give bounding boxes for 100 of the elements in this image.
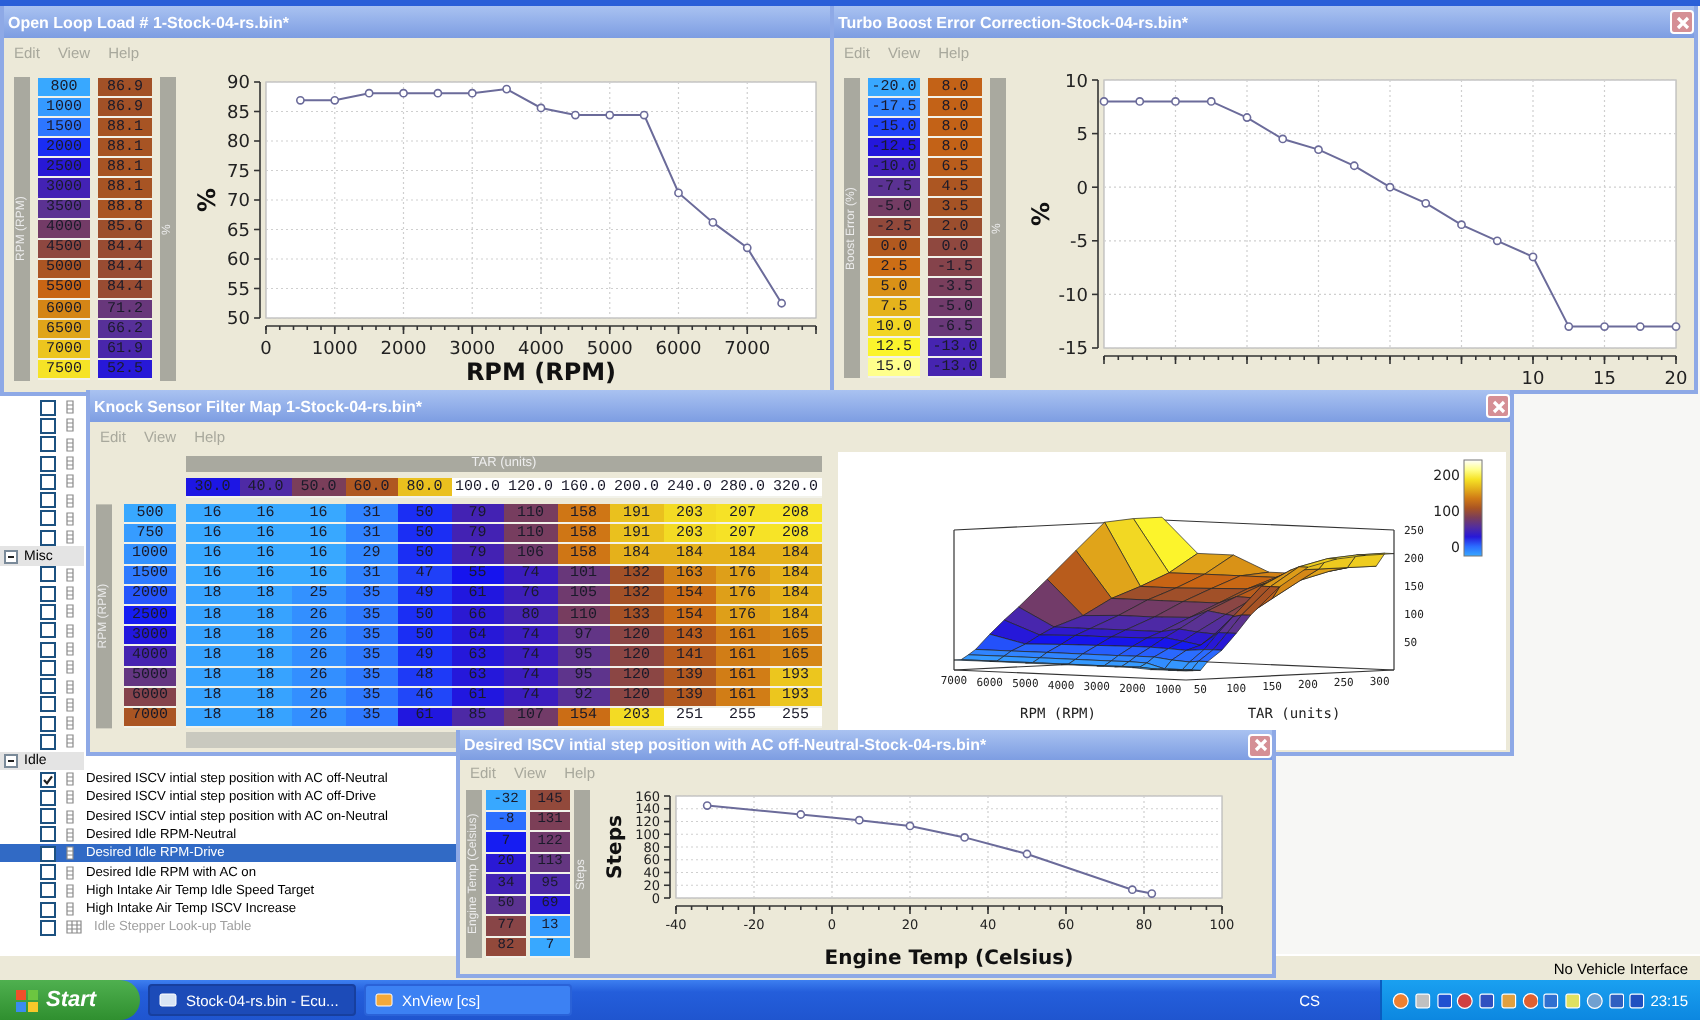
table-icon [66, 418, 74, 433]
start-button[interactable]: Start [0, 980, 140, 1020]
tick-label: 20 [1664, 370, 1688, 384]
checkbox[interactable] [40, 492, 56, 509]
tick-label: 65 [227, 222, 250, 242]
data-point [742, 243, 752, 253]
data-point [960, 833, 969, 842]
table-icon [66, 567, 74, 582]
table-icon [66, 530, 74, 545]
data-point [1171, 97, 1180, 106]
axis-title: Steps [605, 815, 628, 879]
checkbox[interactable] [40, 659, 56, 676]
grid-icon [66, 920, 82, 935]
checkbox[interactable] [40, 585, 56, 602]
axis-title: % [1026, 201, 1055, 227]
flag-icon [16, 989, 38, 1011]
checkbox[interactable] [40, 641, 56, 657]
checkbox[interactable] [40, 845, 56, 862]
close-icon [1491, 399, 1505, 413]
data-point [1135, 97, 1145, 106]
tick-label: 3000 [449, 340, 496, 360]
data-point [1314, 145, 1323, 155]
checkbox[interactable] [40, 678, 56, 695]
table-icon [66, 809, 74, 824]
tick-label: 55 [227, 281, 250, 301]
checkbox[interactable] [40, 789, 56, 806]
checkbox[interactable] [40, 864, 56, 881]
tick-label: 5000 [586, 340, 633, 360]
checkbox[interactable] [40, 473, 56, 490]
checkbox[interactable] [40, 715, 56, 732]
window-title: Open Loop Load # 1-Stock-04-rs.bin* [8, 13, 289, 31]
axis-title: % [192, 187, 221, 213]
checkbox[interactable] [40, 417, 56, 434]
data-point [1349, 161, 1359, 171]
data-point [536, 103, 546, 113]
close-button[interactable] [1248, 733, 1272, 757]
tick-label: 7000 [724, 340, 771, 360]
data-point [1147, 889, 1157, 898]
close-icon [1253, 738, 1267, 752]
tick-label: -5 [1070, 233, 1088, 254]
tick-label: 75 [227, 163, 250, 183]
checkbox[interactable] [40, 771, 56, 788]
checkbox[interactable] [40, 733, 56, 750]
checkbox[interactable] [40, 529, 56, 546]
tick-label: 0 [1076, 179, 1088, 200]
data-point [399, 88, 408, 98]
data-point [1022, 849, 1032, 859]
data-point [1242, 113, 1252, 122]
table-icon [66, 716, 74, 731]
y-axis [663, 795, 671, 899]
table-icon [66, 697, 74, 712]
table-icon [66, 902, 74, 917]
checkbox[interactable] [40, 603, 56, 620]
data-point [777, 298, 786, 308]
close-icon [1675, 15, 1689, 29]
table-icon [66, 883, 74, 898]
data-point [571, 110, 580, 120]
close-button[interactable] [1670, 10, 1694, 34]
data-point [1421, 198, 1431, 208]
window-title: Desired ISCV intial step position with AC off-Neutral-Stock-04-rs.bin* [464, 736, 987, 754]
data-point [1127, 885, 1137, 895]
table-icon [66, 846, 74, 861]
table-icon [66, 827, 74, 842]
table-icon [66, 790, 74, 805]
data-point [502, 84, 512, 94]
table-icon [66, 511, 74, 526]
table-icon [66, 772, 74, 787]
table-icon [66, 734, 74, 749]
data-point [1635, 322, 1645, 331]
table-icon [66, 400, 74, 415]
checkbox[interactable] [40, 399, 56, 416]
data-point [1492, 236, 1502, 246]
checkbox[interactable] [40, 901, 56, 918]
table-icon [66, 604, 74, 619]
table-icon [66, 456, 74, 471]
data-point [1099, 97, 1109, 106]
checkbox[interactable] [40, 808, 56, 825]
tick-label: 5 [1076, 126, 1088, 147]
close-button[interactable] [1486, 394, 1510, 418]
app-icon [158, 990, 178, 1010]
data-point [702, 801, 712, 810]
checkbox[interactable] [40, 622, 56, 639]
table-icon [66, 493, 74, 508]
checkbox[interactable] [40, 826, 56, 843]
data-point [1206, 97, 1216, 106]
checkbox[interactable] [40, 882, 56, 899]
checkbox[interactable] [40, 436, 56, 453]
color-scale [1463, 459, 1483, 557]
checkbox[interactable] [40, 696, 56, 713]
data-point [1528, 252, 1538, 262]
data-point [1278, 134, 1288, 144]
scrollbar[interactable] [186, 732, 456, 749]
checkbox[interactable] [40, 455, 56, 472]
checkbox[interactable] [40, 566, 56, 583]
tick-label: 50 [227, 310, 250, 331]
tick-label: 60 [227, 251, 250, 272]
table-icon [66, 474, 74, 489]
tick-label: -10 [1058, 286, 1088, 307]
data-point [330, 95, 340, 105]
checkbox[interactable] [40, 510, 56, 527]
